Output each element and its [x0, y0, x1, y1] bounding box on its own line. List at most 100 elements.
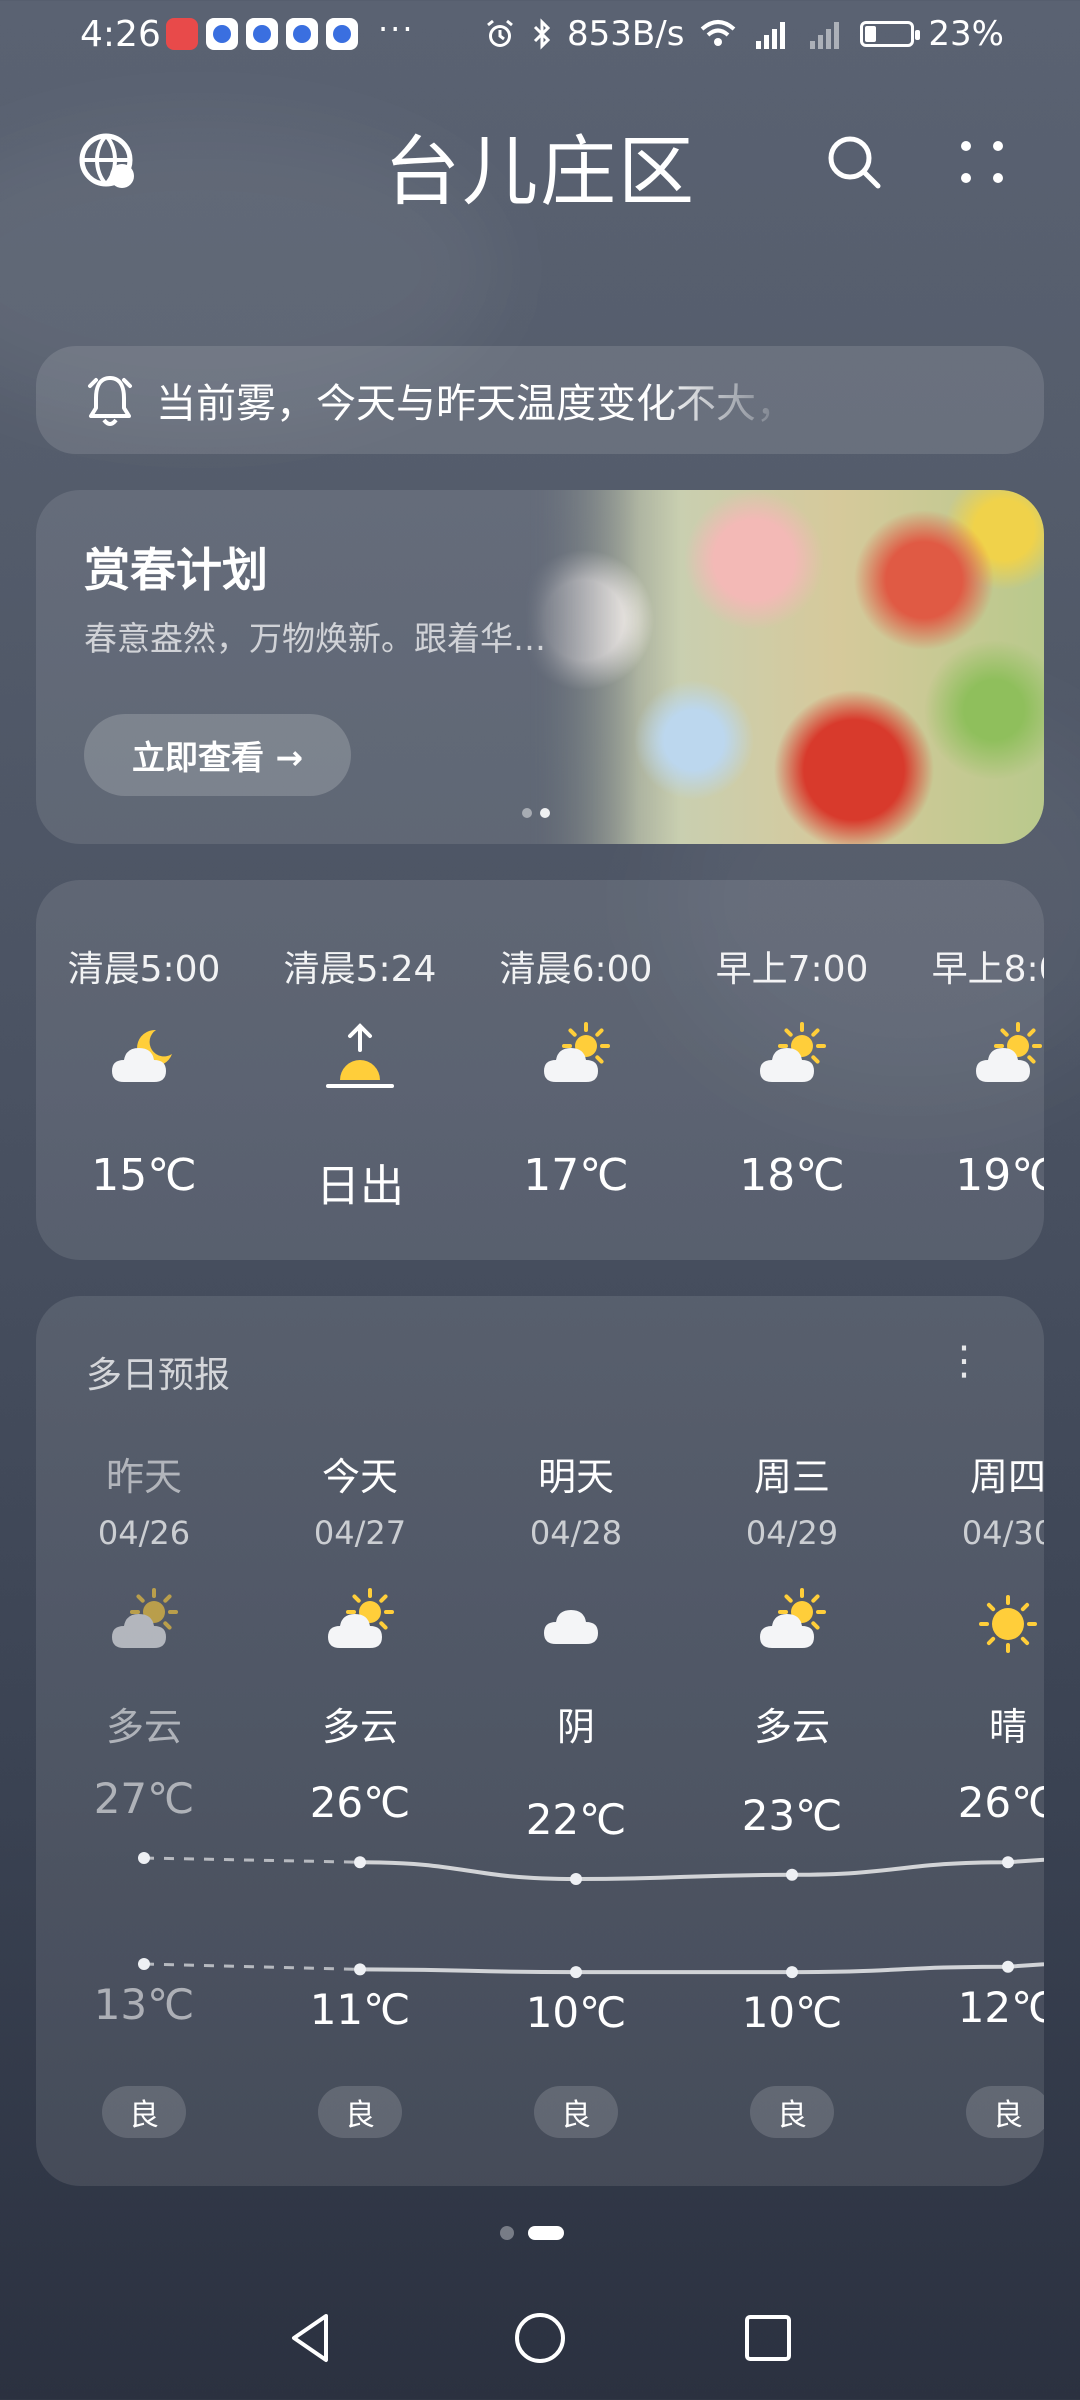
sun-icon — [970, 1586, 1044, 1662]
carousel-indicator — [522, 808, 550, 818]
low-temp-point — [570, 1966, 582, 1979]
day-date: 04/29 — [745, 1514, 839, 1552]
daily-forecast-card[interactable]: 多日预报 ⋮ 昨天 04/26 多云 良 27℃ 13℃ 今天 04/27 多云 良2… — [36, 1296, 1044, 2186]
day-date: 04/28 — [529, 1514, 623, 1552]
network-speed: 853B/s — [567, 14, 685, 54]
page-indicator — [500, 2226, 564, 2240]
battery-icon — [860, 21, 921, 47]
baidu-app-icon — [326, 18, 358, 50]
back-icon[interactable] — [282, 2308, 342, 2368]
low-temp-label: 11℃ — [309, 1985, 411, 2035]
recents-icon[interactable] — [738, 2308, 798, 2368]
hourly-value: 15℃ — [91, 1150, 197, 1201]
notification-icons — [166, 18, 358, 50]
low-temp-label: 10℃ — [525, 1988, 627, 2038]
day-name: 今天 — [321, 1455, 398, 1499]
high-temp-label: 26℃ — [957, 1778, 1044, 1828]
baidu-app-icon — [246, 18, 278, 50]
promo-banner[interactable]: 赏春计划 春意盎然，万物焕新。跟着华… 立即查看 → — [36, 490, 1044, 844]
low-temp-point — [138, 1958, 150, 1970]
day-weather: 阴 — [556, 1705, 595, 1749]
high-temp-label: 27℃ — [93, 1774, 195, 1823]
home-icon[interactable] — [510, 2308, 570, 2368]
hourly-forecast-card[interactable]: 清晨5:00 15℃ 清晨5:24 日出 清晨6:00 17℃ 早上7:00 18℃ 早… — [36, 880, 1044, 1260]
low-temp-label: 13℃ — [93, 1980, 195, 2029]
weather-notice-bar[interactable]: 当前雾，今天与昨天温度变化不大， — [36, 346, 1044, 454]
day-name: 周四 — [969, 1455, 1044, 1499]
high-temp-label: 26℃ — [309, 1778, 411, 1828]
day-weather: 多云 — [321, 1705, 398, 1749]
hourly-value: 18℃ — [739, 1150, 845, 1201]
hourly-time: 清晨6:00 — [499, 949, 653, 990]
hourly-value: 19℃ — [955, 1150, 1044, 1201]
huawei-app-icon — [166, 18, 198, 50]
header: 台儿庄区 — [0, 110, 1080, 216]
air-quality-badge: 良 — [750, 2086, 834, 2138]
day-name: 周三 — [753, 1455, 830, 1499]
low-temp-label: 10℃ — [741, 1988, 843, 2038]
day-name: 明天 — [537, 1455, 614, 1499]
sun-cloud-icon — [322, 1586, 398, 1662]
air-quality-badge: 良 — [318, 2086, 402, 2138]
day-date: 04/26 — [97, 1514, 191, 1552]
air-quality-badge: 良 — [102, 2086, 186, 2138]
high-temp-label: 22℃ — [525, 1795, 627, 1844]
low-temp-label: 12℃ — [957, 1982, 1044, 2032]
hourly-value: 17℃ — [523, 1150, 629, 1201]
day-weather: 多云 — [105, 1705, 182, 1749]
signal-icon — [810, 22, 840, 49]
sunrise-icon — [322, 1020, 398, 1096]
high-temp-point — [786, 1868, 798, 1881]
hourly-value: 日出 — [316, 1161, 404, 1212]
day-date: 04/30 — [961, 1514, 1044, 1552]
low-temp-past-segment — [143, 1962, 361, 1971]
sun-cloud-icon — [754, 1020, 830, 1096]
status-bar: 4:26 ··· 853B/s 23% — [0, 0, 1080, 72]
air-quality-badge: 良 — [534, 2086, 618, 2138]
hourly-time: 清晨5:00 — [67, 949, 221, 990]
alarm-icon — [487, 19, 513, 47]
more-notifications-icon: ··· — [378, 10, 415, 48]
bluetooth-icon — [533, 18, 551, 50]
flower-artwork — [524, 490, 1044, 844]
wifi-icon — [701, 20, 736, 46]
sun-cloud-icon — [106, 1586, 182, 1662]
high-temp-past-segment — [143, 1856, 361, 1864]
promo-title: 赏春计划 — [84, 543, 268, 597]
navigation-bar — [0, 2300, 1080, 2400]
low-temp-point — [786, 1966, 798, 1979]
high-temp-point — [1002, 1856, 1014, 1869]
more-grid-icon[interactable] — [952, 130, 1016, 194]
search-icon[interactable] — [822, 130, 886, 194]
battery-percent: 23% — [928, 14, 1004, 54]
low-temp-point — [1002, 1960, 1014, 1973]
high-temp-point — [354, 1856, 366, 1869]
view-now-button[interactable]: 立即查看 → — [84, 714, 352, 796]
signal-5g-icon — [756, 22, 786, 49]
high-temp-point — [570, 1873, 582, 1885]
high-temp-line — [359, 1857, 1044, 1882]
baidu-app-icon — [206, 18, 238, 50]
status-time: 4:26 — [80, 14, 161, 55]
sun-cloud-icon — [970, 1020, 1044, 1096]
low-temp-line — [359, 1962, 1044, 1975]
air-quality-badge: 良 — [966, 2086, 1044, 2138]
cloud-icon — [538, 1586, 614, 1662]
day-name: 昨天 — [105, 1455, 182, 1499]
low-temp-point — [354, 1963, 366, 1976]
moon-cloud-icon — [106, 1020, 182, 1096]
sun-cloud-icon — [538, 1020, 614, 1096]
hourly-time: 早上7:00 — [715, 949, 869, 990]
baidu-app-icon — [286, 18, 318, 50]
high-temp-label: 23℃ — [741, 1790, 843, 1840]
day-weather: 晴 — [988, 1705, 1027, 1749]
bell-icon — [88, 376, 132, 426]
high-temp-point — [138, 1852, 150, 1864]
hourly-time: 早上8:00 — [931, 949, 1044, 990]
sun-cloud-icon — [754, 1586, 830, 1662]
day-weather: 多云 — [753, 1705, 830, 1749]
hourly-time: 清晨5:24 — [283, 949, 437, 990]
day-date: 04/27 — [313, 1514, 407, 1552]
notice-text: 当前雾，今天与昨天温度变化不大， — [156, 381, 796, 427]
promo-subtitle: 春意盎然，万物焕新。跟着华… — [84, 619, 546, 658]
